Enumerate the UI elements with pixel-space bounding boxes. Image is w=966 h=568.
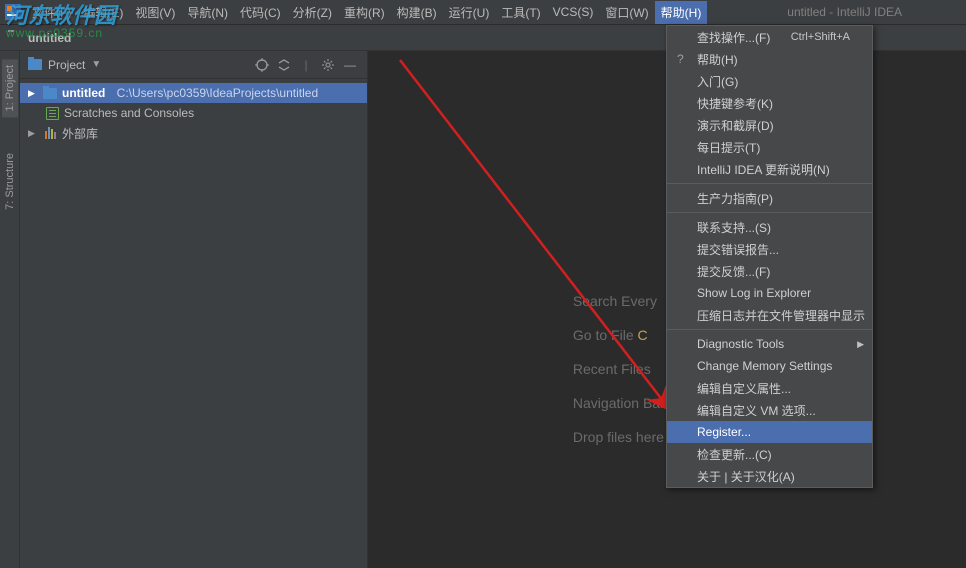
- help-item[interactable]: ?帮助(H): [667, 48, 872, 70]
- menu-文件[interactable]: 文件(F): [26, 1, 77, 24]
- menu-视图[interactable]: 视图(V): [129, 1, 181, 24]
- help-item[interactable]: 查找操作...(F)Ctrl+Shift+A: [667, 26, 872, 48]
- menu-separator: [667, 183, 872, 184]
- menu-构建[interactable]: 构建(B): [391, 1, 443, 24]
- menu-分析[interactable]: 分析(Z): [287, 1, 338, 24]
- help-item[interactable]: 关于 | 关于汉化(A): [667, 465, 872, 487]
- help-item[interactable]: 快捷键参考(K): [667, 92, 872, 114]
- expand-arrow-icon[interactable]: ▶: [28, 128, 38, 139]
- question-icon: ?: [677, 52, 684, 66]
- gear-icon[interactable]: [319, 56, 337, 74]
- help-item[interactable]: 生产力指南(P): [667, 187, 872, 209]
- hint-goto-file: Go to File: [573, 327, 638, 343]
- tree-node-root[interactable]: ▶ untitled C:\Users\pc0359\IdeaProjects\…: [20, 83, 367, 103]
- help-menu-popup: 查找操作...(F)Ctrl+Shift+A?帮助(H)入门(G)快捷键参考(K…: [666, 25, 873, 488]
- library-icon: [42, 126, 58, 140]
- hide-icon[interactable]: —: [341, 56, 359, 74]
- app-logo-icon: [4, 3, 22, 21]
- tree-node-external-libs[interactable]: ▶ 外部库: [20, 123, 367, 143]
- window-title: untitled - IntelliJ IDEA: [787, 5, 902, 19]
- help-item[interactable]: 编辑自定义属性...: [667, 377, 872, 399]
- menu-separator: [667, 329, 872, 330]
- menu-vcs[interactable]: VCS(S): [547, 2, 600, 22]
- expand-arrow-icon[interactable]: ▶: [28, 88, 38, 99]
- menu-运行[interactable]: 运行(U): [443, 1, 496, 24]
- hint-navbar: Navigation Bar: [573, 395, 668, 411]
- project-icon: [28, 59, 42, 70]
- collapse-icon[interactable]: [275, 56, 293, 74]
- help-item[interactable]: 提交错误报告...: [667, 238, 872, 260]
- locate-icon[interactable]: [253, 56, 271, 74]
- breadcrumb-project[interactable]: untitled: [28, 31, 71, 45]
- hint-recent-files: Recent Files: [573, 361, 651, 377]
- left-tool-tabs: 1: Project 7: Structure: [0, 51, 20, 568]
- help-item[interactable]: Change Memory Settings: [667, 355, 872, 377]
- help-item[interactable]: 压缩日志并在文件管理器中显示: [667, 304, 872, 326]
- help-item[interactable]: Diagnostic Tools▶: [667, 333, 872, 355]
- menu-编辑[interactable]: 编辑(E): [77, 1, 129, 24]
- folder-icon: [8, 32, 22, 44]
- scratches-icon: [44, 106, 60, 120]
- help-item[interactable]: Register...: [667, 421, 872, 443]
- hint-search-everywhere: Search Every: [573, 293, 657, 309]
- folder-icon: [42, 86, 58, 100]
- menu-工具[interactable]: 工具(T): [495, 1, 546, 24]
- vertical-divider: |: [297, 56, 315, 74]
- menu-导航[interactable]: 导航(N): [181, 1, 234, 24]
- project-tree: ▶ untitled C:\Users\pc0359\IdeaProjects\…: [20, 79, 367, 147]
- help-item[interactable]: IntelliJ IDEA 更新说明(N): [667, 158, 872, 180]
- project-panel-header: Project ▼ | —: [20, 51, 367, 79]
- project-tool-window: Project ▼ | — ▶ untitled C:\Users\pc0359…: [20, 51, 368, 568]
- help-item[interactable]: 每日提示(T): [667, 136, 872, 158]
- project-panel-title[interactable]: Project ▼: [28, 58, 101, 72]
- shortcut-label: Ctrl+Shift+A: [791, 31, 850, 43]
- tool-tab-project[interactable]: 1: Project: [2, 59, 18, 117]
- help-item[interactable]: 联系支持...(S): [667, 216, 872, 238]
- menu-separator: [667, 212, 872, 213]
- help-item[interactable]: Show Log in Explorer: [667, 282, 872, 304]
- help-item[interactable]: 演示和截屏(D): [667, 114, 872, 136]
- menu-代码[interactable]: 代码(C): [234, 1, 287, 24]
- help-item[interactable]: 编辑自定义 VM 选项...: [667, 399, 872, 421]
- menu-窗口[interactable]: 窗口(W): [599, 1, 654, 24]
- help-item[interactable]: 提交反馈...(F): [667, 260, 872, 282]
- main-menubar: 文件(F)编辑(E)视图(V)导航(N)代码(C)分析(Z)重构(R)构建(B)…: [0, 0, 966, 25]
- help-item[interactable]: 检查更新...(C): [667, 443, 872, 465]
- tree-node-scratches[interactable]: Scratches and Consoles: [20, 103, 367, 123]
- menu-重构[interactable]: 重构(R): [338, 1, 391, 24]
- help-item[interactable]: 入门(G): [667, 70, 872, 92]
- submenu-arrow-icon: ▶: [857, 339, 864, 350]
- tool-tab-structure[interactable]: 7: Structure: [2, 147, 18, 216]
- chevron-down-icon: ▼: [91, 59, 101, 70]
- menu-帮助[interactable]: 帮助(H): [655, 1, 708, 24]
